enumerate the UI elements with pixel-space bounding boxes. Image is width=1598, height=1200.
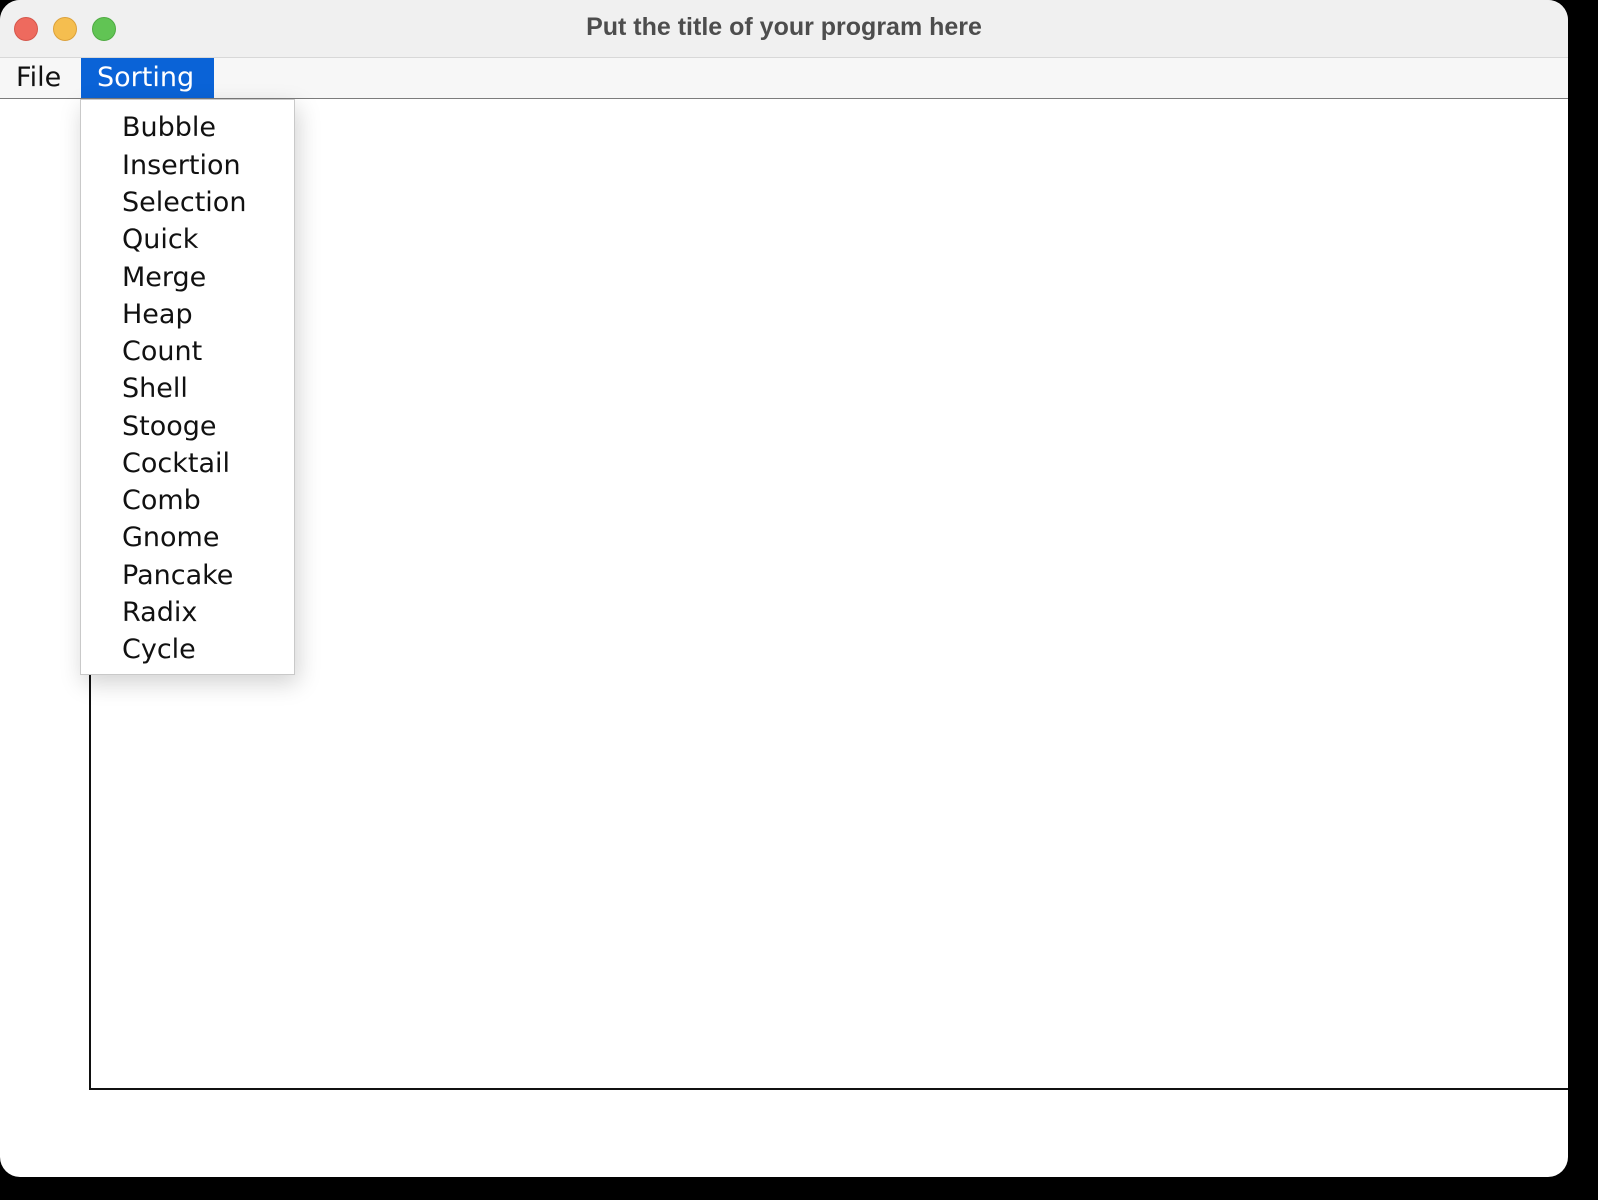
menu-item-stooge[interactable]: Stooge (122, 408, 217, 445)
menu-item-insertion[interactable]: Insertion (122, 147, 241, 184)
menu-item-pancake[interactable]: Pancake (122, 557, 233, 594)
menu-sorting[interactable]: Sorting (81, 58, 214, 98)
menu-item-shell[interactable]: Shell (122, 370, 188, 407)
menu-item-bubble[interactable]: Bubble (122, 109, 216, 146)
menu-item-radix[interactable]: Radix (122, 594, 197, 631)
menu-file[interactable]: File (0, 58, 77, 98)
title-bar[interactable]: Put the title of your program here (0, 0, 1568, 58)
window-title: Put the title of your program here (586, 13, 982, 41)
menu-item-selection[interactable]: Selection (122, 184, 246, 221)
menu-item-gnome[interactable]: Gnome (122, 519, 219, 556)
menu-item-count[interactable]: Count (122, 333, 202, 370)
sorting-canvas (89, 100, 1568, 1090)
menu-item-cocktail[interactable]: Cocktail (122, 445, 230, 482)
sorting-dropdown-menu: Bubble Insertion Selection Quick Merge H… (80, 99, 295, 675)
menu-item-heap[interactable]: Heap (122, 296, 193, 333)
menu-item-cycle[interactable]: Cycle (122, 631, 196, 668)
app-window: Put the title of your program here File … (0, 0, 1568, 1177)
menu-item-comb[interactable]: Comb (122, 482, 201, 519)
menu-bar: File Sorting (0, 58, 1568, 99)
menu-item-merge[interactable]: Merge (122, 259, 206, 296)
menu-item-quick[interactable]: Quick (122, 221, 198, 258)
